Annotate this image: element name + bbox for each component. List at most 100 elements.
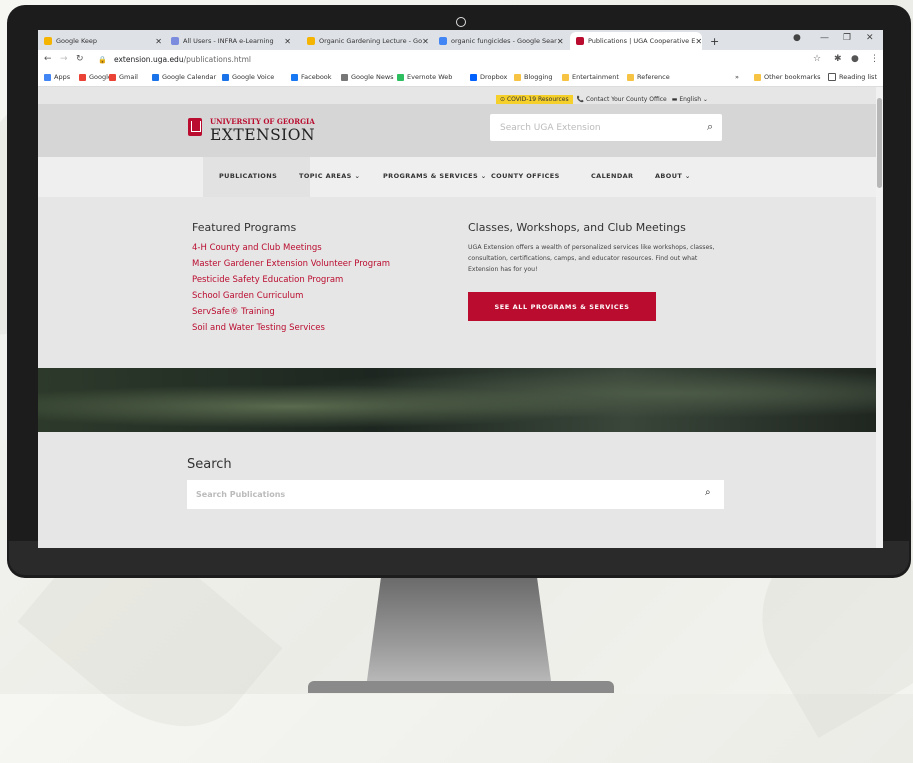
site-search-placeholder: Search UGA Extension (500, 123, 601, 133)
reading-list-icon (828, 73, 836, 81)
contact-label: Contact Your County Office (585, 96, 667, 103)
bookmark-icon (562, 73, 569, 81)
maximize-icon[interactable]: ❐ (843, 33, 851, 43)
chevron-down-icon: ⌄ (480, 172, 487, 180)
close-window-icon[interactable]: ✕ (866, 33, 874, 43)
bookmark-label: Gmail (119, 73, 138, 81)
close-tab-icon[interactable]: ✕ (422, 37, 431, 46)
bookmark-icon (291, 73, 298, 81)
tab-label: organic fungicides - Google Sear (451, 37, 557, 45)
tab-label: Google Keep (56, 37, 98, 45)
bookmark-icon (470, 73, 477, 81)
reading-list[interactable]: Reading list (828, 73, 877, 81)
other-bookmarks-label: Other bookmarks (764, 73, 821, 81)
bookmark-label: Dropbox (480, 73, 508, 81)
featured-program-link[interactable]: ServSafe® Training (192, 307, 275, 317)
close-tab-icon[interactable]: ✕ (557, 37, 567, 46)
star-icon[interactable]: ☆ (813, 54, 821, 64)
bookmark-item[interactable]: Gmail (109, 73, 138, 81)
back-icon[interactable]: ← (44, 54, 52, 64)
bookmark-icon (341, 73, 348, 81)
bookmarks-more[interactable]: » (735, 73, 739, 81)
featured-program-link[interactable]: Master Gardener Extension Volunteer Prog… (192, 259, 390, 269)
bookmark-item[interactable]: Google Voice (222, 73, 274, 81)
language-selector[interactable]: ▬ English ⌄ (672, 96, 708, 103)
avatar[interactable]: ● (851, 54, 859, 64)
tab-1[interactable]: Google Keep ✕ (38, 32, 168, 50)
bookmark-item[interactable]: Apps (44, 73, 70, 81)
tab-label: All Users - INFRA e-Learning (183, 37, 274, 45)
featured-program-link[interactable]: Soil and Water Testing Services (192, 323, 325, 333)
nav-label: COUNTY OFFICES (491, 172, 560, 180)
bookmark-icon (397, 73, 404, 81)
nav-item[interactable]: PROGRAMS & SERVICES ⌄ (383, 172, 487, 180)
bookmark-item[interactable]: Blogging (514, 73, 553, 81)
scrollbar-thumb[interactable] (877, 98, 882, 188)
forward-icon[interactable]: → (60, 54, 68, 64)
logo-extension[interactable]: EXTENSION (210, 126, 315, 144)
covid-link[interactable]: ⊙ COVID-19 Resources (496, 95, 573, 104)
nav-label: ABOUT (655, 172, 683, 180)
nav-item[interactable]: COUNTY OFFICES (491, 172, 560, 180)
contact-link[interactable]: 📞 Contact Your County Office (577, 96, 667, 103)
bookmark-item[interactable]: Google News (341, 73, 394, 81)
site-header (38, 104, 876, 160)
tab-3[interactable]: Organic Gardening Lecture - Go ✕ (301, 32, 431, 50)
hero-photo (38, 368, 876, 432)
featured-programs-title: Featured Programs (192, 221, 297, 234)
extensions-icon[interactable]: ✱ (834, 54, 842, 64)
classes-title: Classes, Workshops, and Club Meetings (468, 221, 686, 234)
bookmark-icon (79, 73, 86, 81)
nav-item[interactable]: PUBLICATIONS (219, 172, 277, 180)
favicon-icon (307, 37, 315, 45)
reading-list-label: Reading list (839, 73, 877, 81)
nav-item[interactable]: TOPIC AREAS ⌄ (299, 172, 360, 180)
nav-item[interactable]: ABOUT ⌄ (655, 172, 691, 180)
favicon-icon (576, 37, 584, 45)
arch-logo-icon[interactable] (188, 118, 202, 136)
bookmark-item[interactable]: Evernote Web (397, 73, 452, 81)
favicon-icon (44, 37, 52, 45)
bookmark-item[interactable]: Dropbox (470, 73, 507, 81)
reload-icon[interactable]: ↻ (76, 54, 84, 64)
bookmark-label: Blogging (524, 73, 553, 81)
search-section-title: Search (187, 457, 232, 472)
nav-item[interactable]: CALENDAR (591, 172, 633, 180)
bookmark-item[interactable]: Reference (627, 73, 670, 81)
bookmark-label: Google Calendar (162, 73, 217, 81)
covid-label: COVID-19 Resources (506, 96, 569, 103)
url-field[interactable]: extension.uga.edu/publications.html (114, 55, 251, 64)
bookmark-item[interactable]: Google (79, 73, 112, 81)
bookmark-icon (627, 73, 634, 81)
featured-program-link[interactable]: Pesticide Safety Education Program (192, 275, 343, 285)
featured-program-link[interactable]: 4-H County and Club Meetings (192, 243, 322, 253)
bookmark-item[interactable]: Google Calendar (152, 73, 216, 81)
tab-2[interactable]: All Users - INFRA e-Learning ✕ (165, 32, 297, 50)
logo-university[interactable]: UNIVERSITY OF GEORGIA (210, 117, 315, 126)
close-tab-icon[interactable]: ✕ (284, 37, 297, 46)
bookmark-item[interactable]: Entertainment (562, 73, 619, 81)
folder-icon (754, 73, 761, 81)
see-all-programs-button[interactable]: SEE ALL PROGRAMS & SERVICES (468, 292, 656, 321)
close-tab-icon[interactable]: ✕ (695, 37, 702, 46)
url-domain: extension.uga.edu (114, 55, 184, 64)
monitor-base (308, 681, 614, 693)
search-icon[interactable]: ⌕ (705, 487, 711, 498)
tab-label: Publications | UGA Cooperative E (588, 37, 696, 45)
bookmark-icon (109, 73, 116, 81)
other-bookmarks[interactable]: Other bookmarks (754, 73, 821, 81)
profile-icon[interactable]: ● (793, 33, 801, 43)
publications-search-placeholder: Search Publications (196, 490, 286, 499)
bookmark-label: Google News (351, 73, 394, 81)
featured-program-link[interactable]: School Garden Curriculum (192, 291, 303, 301)
tab-4[interactable]: organic fungicides - Google Sear ✕ (433, 32, 567, 50)
nav-label: CALENDAR (591, 172, 634, 180)
tab-5[interactable]: Publications | UGA Cooperative E ✕ (570, 32, 702, 50)
menu-icon[interactable]: ⋮ (870, 54, 879, 64)
minimize-icon[interactable]: — (820, 33, 829, 43)
bookmark-icon (44, 73, 51, 81)
bookmark-item[interactable]: Facebook (291, 73, 332, 81)
new-tab-button[interactable]: + (710, 32, 719, 50)
nav-label: PUBLICATIONS (219, 172, 278, 180)
search-icon[interactable]: ⌕ (707, 120, 713, 134)
